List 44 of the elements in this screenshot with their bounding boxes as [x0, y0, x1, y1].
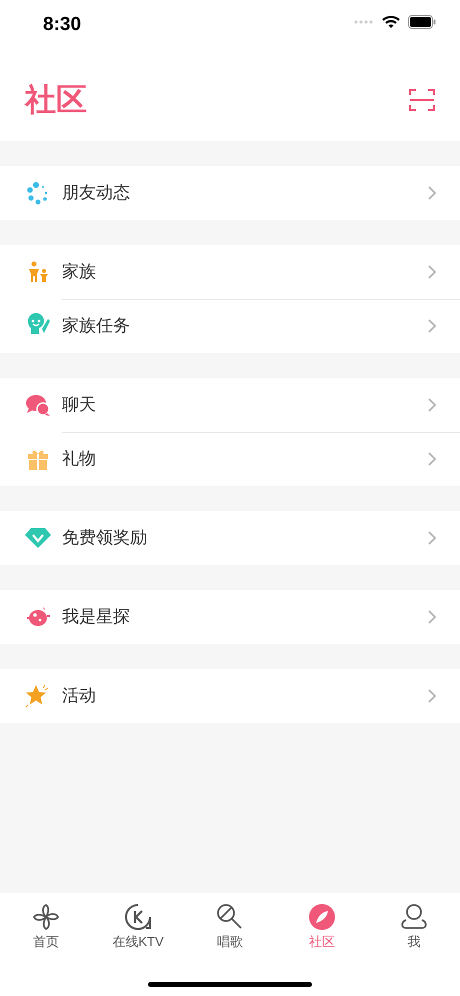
chevron-icon — [428, 689, 436, 703]
menu-label: 礼物 — [62, 448, 97, 470]
chevron-icon — [428, 265, 436, 279]
signal-icon — [354, 20, 374, 24]
chat-bubbles-icon — [25, 393, 51, 417]
chevron-icon — [428, 452, 436, 466]
menu-item[interactable]: 我是星探 — [0, 590, 460, 644]
menu-item[interactable]: 家族 — [0, 245, 460, 299]
k-bubble-icon — [124, 903, 152, 931]
menu-label: 聊天 — [62, 394, 97, 416]
wifi-icon — [382, 15, 400, 29]
planet-icon — [25, 605, 51, 629]
menu-label: 我是星探 — [62, 606, 131, 628]
menu-item[interactable]: 礼物 — [0, 432, 460, 486]
menu-label: 朋友动态 — [62, 182, 131, 204]
dots-icon — [26, 181, 50, 205]
status-time: 8:30 — [43, 12, 82, 37]
menu-label: 活动 — [62, 685, 97, 708]
tab[interactable]: 在线KTV — [98, 903, 178, 948]
feather-icon — [308, 903, 336, 931]
page-title: 社区 — [25, 84, 87, 115]
menu-item[interactable]: 活动 — [0, 669, 460, 723]
battery-icon — [408, 15, 436, 29]
menu-label: 家族任务 — [62, 315, 131, 338]
menu-item[interactable]: 免费领奖励 — [0, 511, 460, 565]
menu-label: 免费领奖励 — [62, 527, 148, 550]
menu-label: 家族 — [62, 261, 97, 284]
scan-icon[interactable] — [409, 88, 435, 112]
family-icon — [26, 261, 50, 283]
person-icon — [400, 903, 428, 931]
diamond-icon — [25, 527, 51, 549]
chevron-icon — [428, 531, 436, 545]
menu-item[interactable]: 朋友动态 — [0, 166, 460, 220]
tab[interactable]: 我 — [374, 903, 454, 948]
chevron-icon — [428, 186, 436, 200]
chevron-icon — [428, 319, 436, 333]
microphone-icon — [216, 903, 244, 931]
menu-item[interactable]: 聊天 — [0, 378, 460, 432]
tab[interactable]: 唱歌 — [190, 903, 270, 948]
chevron-icon — [428, 610, 436, 624]
menu-item[interactable]: 家族任务 — [0, 299, 460, 353]
chevron-icon — [428, 398, 436, 412]
tab[interactable]: 首页 — [6, 903, 86, 948]
pinwheel-icon — [32, 903, 60, 931]
